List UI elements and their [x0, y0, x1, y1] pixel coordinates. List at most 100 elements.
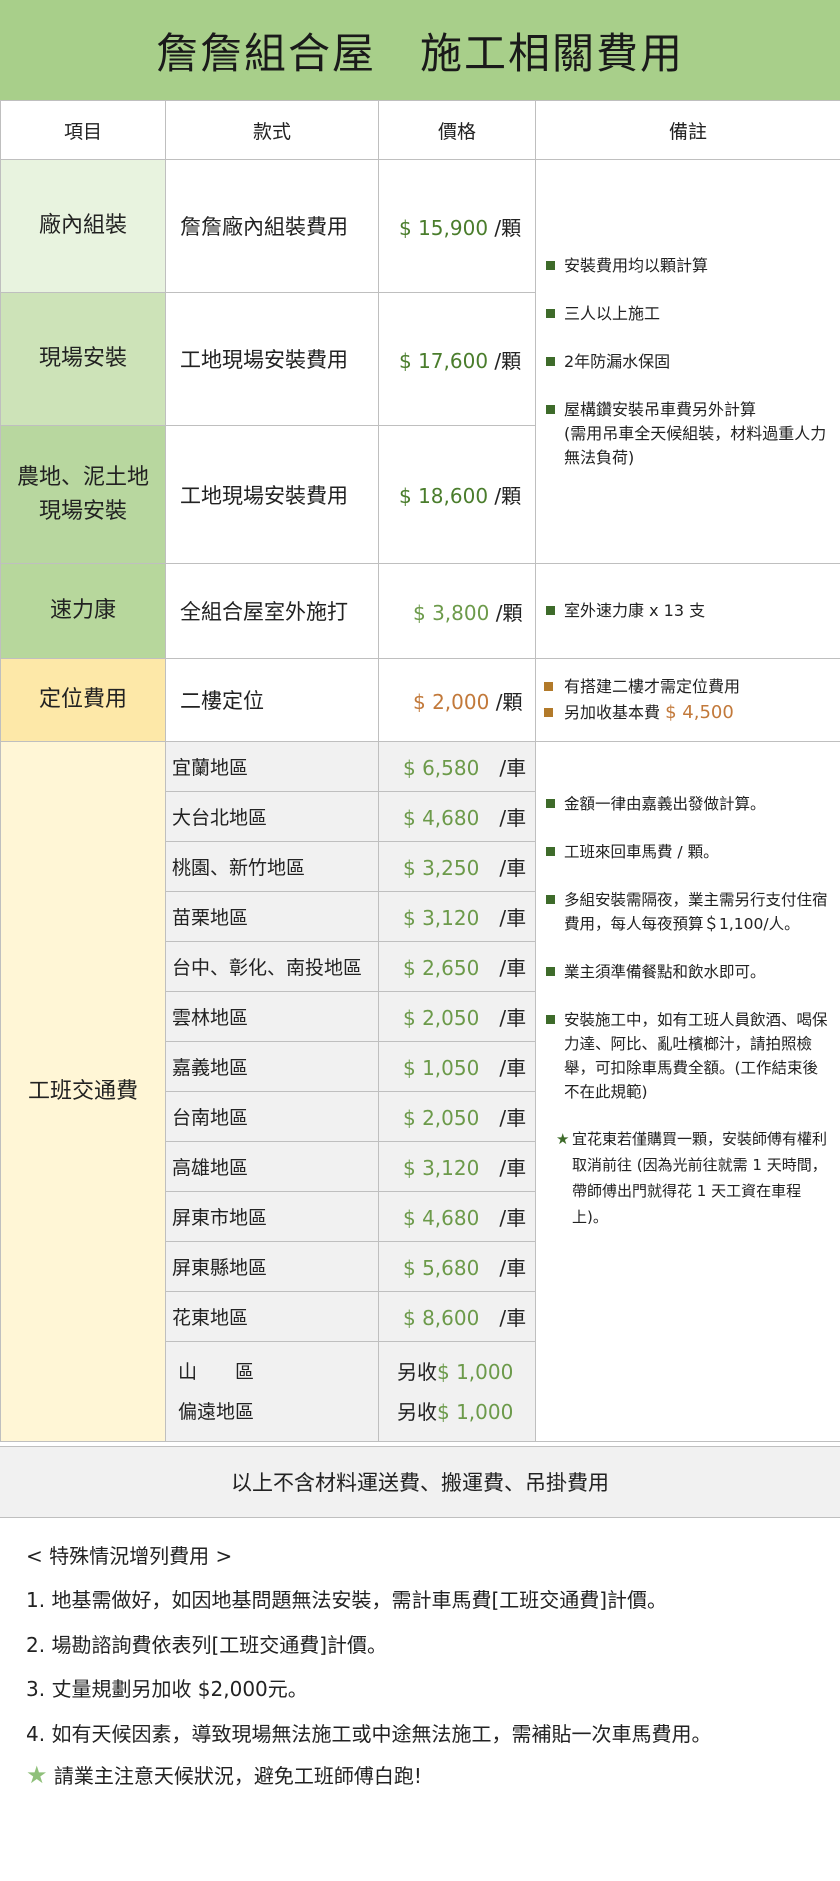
list-item: 1. 地基需做好，如因地基問題無法安裝，需計車馬費[工班交通費]計價。	[26, 1588, 668, 1612]
list-item: 工班來回車馬費 / 顆。	[542, 840, 828, 864]
list-item: 2. 場勘諮詢費依表列[工班交通費]計價。	[26, 1633, 388, 1657]
price-unit: /顆	[495, 689, 523, 714]
area-price: $ 2,050/車	[378, 1091, 536, 1142]
bullet-square-icon	[546, 356, 555, 366]
header-style: 款式	[165, 100, 379, 160]
remote-area-note: ★ 宜花東若僅購買一顆，安裝師傅有權利取消前往 (因為光前往就需 1 天時間，帶師…	[542, 1126, 828, 1230]
bullet-square-icon	[546, 847, 555, 856]
area-price: $ 6,580/車	[378, 741, 536, 792]
table-row: 速力康 全組合屋室外施打 $ 3,800 /顆 室外速力康 x 13 支	[0, 563, 840, 659]
table-row: 工班交通費 宜蘭地區 $ 6,580/車 金額一律由嘉義出發做計算。 工班來回車…	[0, 741, 840, 1442]
bullet-square-icon	[546, 404, 555, 414]
area-name: 苗栗地區	[165, 891, 379, 942]
style-factory: 詹詹廠內組裝費用	[165, 159, 379, 293]
fee-table: 項目 款式 價格 備註 廠內組裝 詹詹廠內組裝費用 $ 15,900 /顆 安裝…	[0, 100, 840, 1442]
area-name: 屏東縣地區	[165, 1241, 379, 1292]
area-price: $ 2,050/車	[378, 991, 536, 1042]
area-name: 台南地區	[165, 1091, 379, 1142]
item-positioning: 定位費用	[0, 658, 166, 742]
area-name: 宜蘭地區	[165, 741, 379, 792]
area-price: $ 8,600/車	[378, 1291, 536, 1342]
list-item: 室外速力康 x 13 支	[542, 599, 828, 623]
price-value: $ 3,800	[413, 600, 490, 625]
list-item: 有搭建二樓才需定位費用	[542, 675, 828, 699]
header-item: 項目	[0, 100, 166, 160]
header-price: 價格	[378, 100, 536, 160]
item-silicone: 速力康	[0, 563, 166, 659]
crane-note: (需用吊車全天候組裝，材料過重人力無法負荷)	[564, 423, 827, 467]
price-factory: $ 15,900 /顆	[378, 159, 536, 293]
list-item: 另加收基本費 $ 4,500	[542, 701, 828, 725]
item-farm: 農地、泥土地 現場安裝	[0, 425, 166, 564]
travel-notes: 金額一律由嘉義出發做計算。 工班來回車馬費 / 顆。 多組安裝需隔夜，業主需另行…	[535, 741, 840, 1442]
list-item: 安裝施工中，如有工班人員飲酒、喝保力達、阿比、亂吐檳榔汁，請拍照檢舉，可扣除車馬…	[542, 1008, 828, 1104]
area-price: $ 1,050/車	[378, 1041, 536, 1092]
area-name: 屏東市地區	[165, 1191, 379, 1242]
list-item: 三人以上施工	[542, 302, 828, 326]
area-name: 台中、彰化、南投地區	[165, 941, 379, 992]
area-price: $ 3,120/車	[378, 1141, 536, 1192]
positioning-notes: 有搭建二樓才需定位費用 另加收基本費 $ 4,500	[535, 658, 840, 742]
table-header-row: 項目 款式 價格 備註	[0, 100, 840, 160]
price-value: $ 15,900	[399, 215, 489, 240]
area-name: 嘉義地區	[165, 1041, 379, 1092]
price-silicone: $ 3,800 /顆	[378, 563, 536, 659]
area-name: 高雄地區	[165, 1141, 379, 1192]
special-heading: < 特殊情況增列費用 >	[26, 1544, 233, 1568]
price-onsite: $ 17,600 /顆	[378, 292, 536, 426]
star-icon: ★	[26, 1761, 48, 1789]
weather-reminder: ★ 請業主注意天候狀況，避免工班師傅白跑!	[26, 1761, 422, 1789]
bullet-square-icon	[546, 606, 555, 615]
price-value: $ 17,600	[399, 348, 489, 373]
area-name: 花東地區	[165, 1291, 379, 1342]
extra-area-prices: 另收$ 1,000 另收$ 1,000	[378, 1341, 536, 1442]
install-notes: 安裝費用均以顆計算 三人以上施工 2年防漏水保固 屋構鑽安裝吊車費另外計算 (需用…	[535, 159, 840, 564]
list-item: 業主須準備餐點和飲水即可。	[542, 960, 828, 984]
style-onsite: 工地現場安裝費用	[165, 292, 379, 426]
area-name: 桃園、新竹地區	[165, 841, 379, 892]
price-unit: /顆	[494, 348, 522, 373]
price-sheet: 詹詹組合屋 施工相關費用 項目 款式 價格 備註 廠內組裝 詹詹廠內組裝費用 $…	[0, 0, 840, 1881]
bullet-square-icon	[546, 1015, 555, 1024]
area-price: $ 2,650/車	[378, 941, 536, 992]
price-farm: $ 18,600 /顆	[378, 425, 536, 564]
bullet-square-icon	[544, 708, 553, 717]
area-price: $ 4,680/車	[378, 791, 536, 842]
price-unit: /顆	[495, 600, 523, 625]
price-value: $ 18,600	[399, 484, 489, 508]
area-price: $ 3,250/車	[378, 841, 536, 892]
list-item: 3. 丈量規劃另加收 $2,000元。	[26, 1677, 308, 1701]
star-icon: ★	[556, 1130, 570, 1148]
list-item: 金額一律由嘉義出發做計算。	[542, 792, 828, 816]
bullet-square-icon	[546, 308, 555, 318]
area-name: 雲林地區	[165, 991, 379, 1042]
table-row: 廠內組裝 詹詹廠內組裝費用 $ 15,900 /顆 安裝費用均以顆計算 三人以上…	[0, 159, 840, 564]
bullet-square-icon	[546, 799, 555, 808]
list-item: 屋構鑽安裝吊車費另外計算 (需用吊車全天候組裝，材料過重人力無法負荷)	[542, 398, 828, 470]
price-positioning: $ 2,000 /顆	[378, 658, 536, 742]
style-farm: 工地現場安裝費用	[165, 425, 379, 564]
exclusion-notice: 以上不含材料運送費、搬運費、吊掛費用	[0, 1446, 840, 1518]
list-item: 2年防漏水保固	[542, 350, 828, 374]
style-silicone: 全組合屋室外施打	[165, 563, 379, 659]
price-unit: /顆	[494, 484, 522, 508]
extra-area-names: 山 區偏遠地區	[165, 1341, 379, 1442]
area-price: $ 3,120/車	[378, 891, 536, 942]
area-price: $ 5,680/車	[378, 1241, 536, 1292]
header-notes: 備註	[535, 100, 840, 160]
item-factory: 廠內組裝	[0, 159, 166, 293]
silicone-note: 室外速力康 x 13 支	[535, 563, 840, 659]
bullet-square-icon	[546, 967, 555, 976]
bullet-square-icon	[546, 260, 555, 270]
bullet-square-icon	[546, 895, 555, 904]
list-item: 多組安裝需隔夜，業主需另行支付住宿費用，每人每夜預算＄1,100/人。	[542, 888, 828, 936]
style-positioning: 二樓定位	[165, 658, 379, 742]
page-title: 詹詹組合屋 施工相關費用	[155, 28, 684, 78]
list-item: 4. 如有天候因素，導致現場無法施工或中途無法施工，需補貼一次車馬費用。	[26, 1722, 712, 1746]
title-banner: 詹詹組合屋 施工相關費用	[0, 0, 840, 100]
item-travel: 工班交通費	[0, 741, 166, 1442]
area-name: 大台北地區	[165, 791, 379, 842]
area-price: $ 4,680/車	[378, 1191, 536, 1242]
item-onsite: 現場安裝	[0, 292, 166, 426]
price-value: $ 2,000	[413, 689, 490, 714]
